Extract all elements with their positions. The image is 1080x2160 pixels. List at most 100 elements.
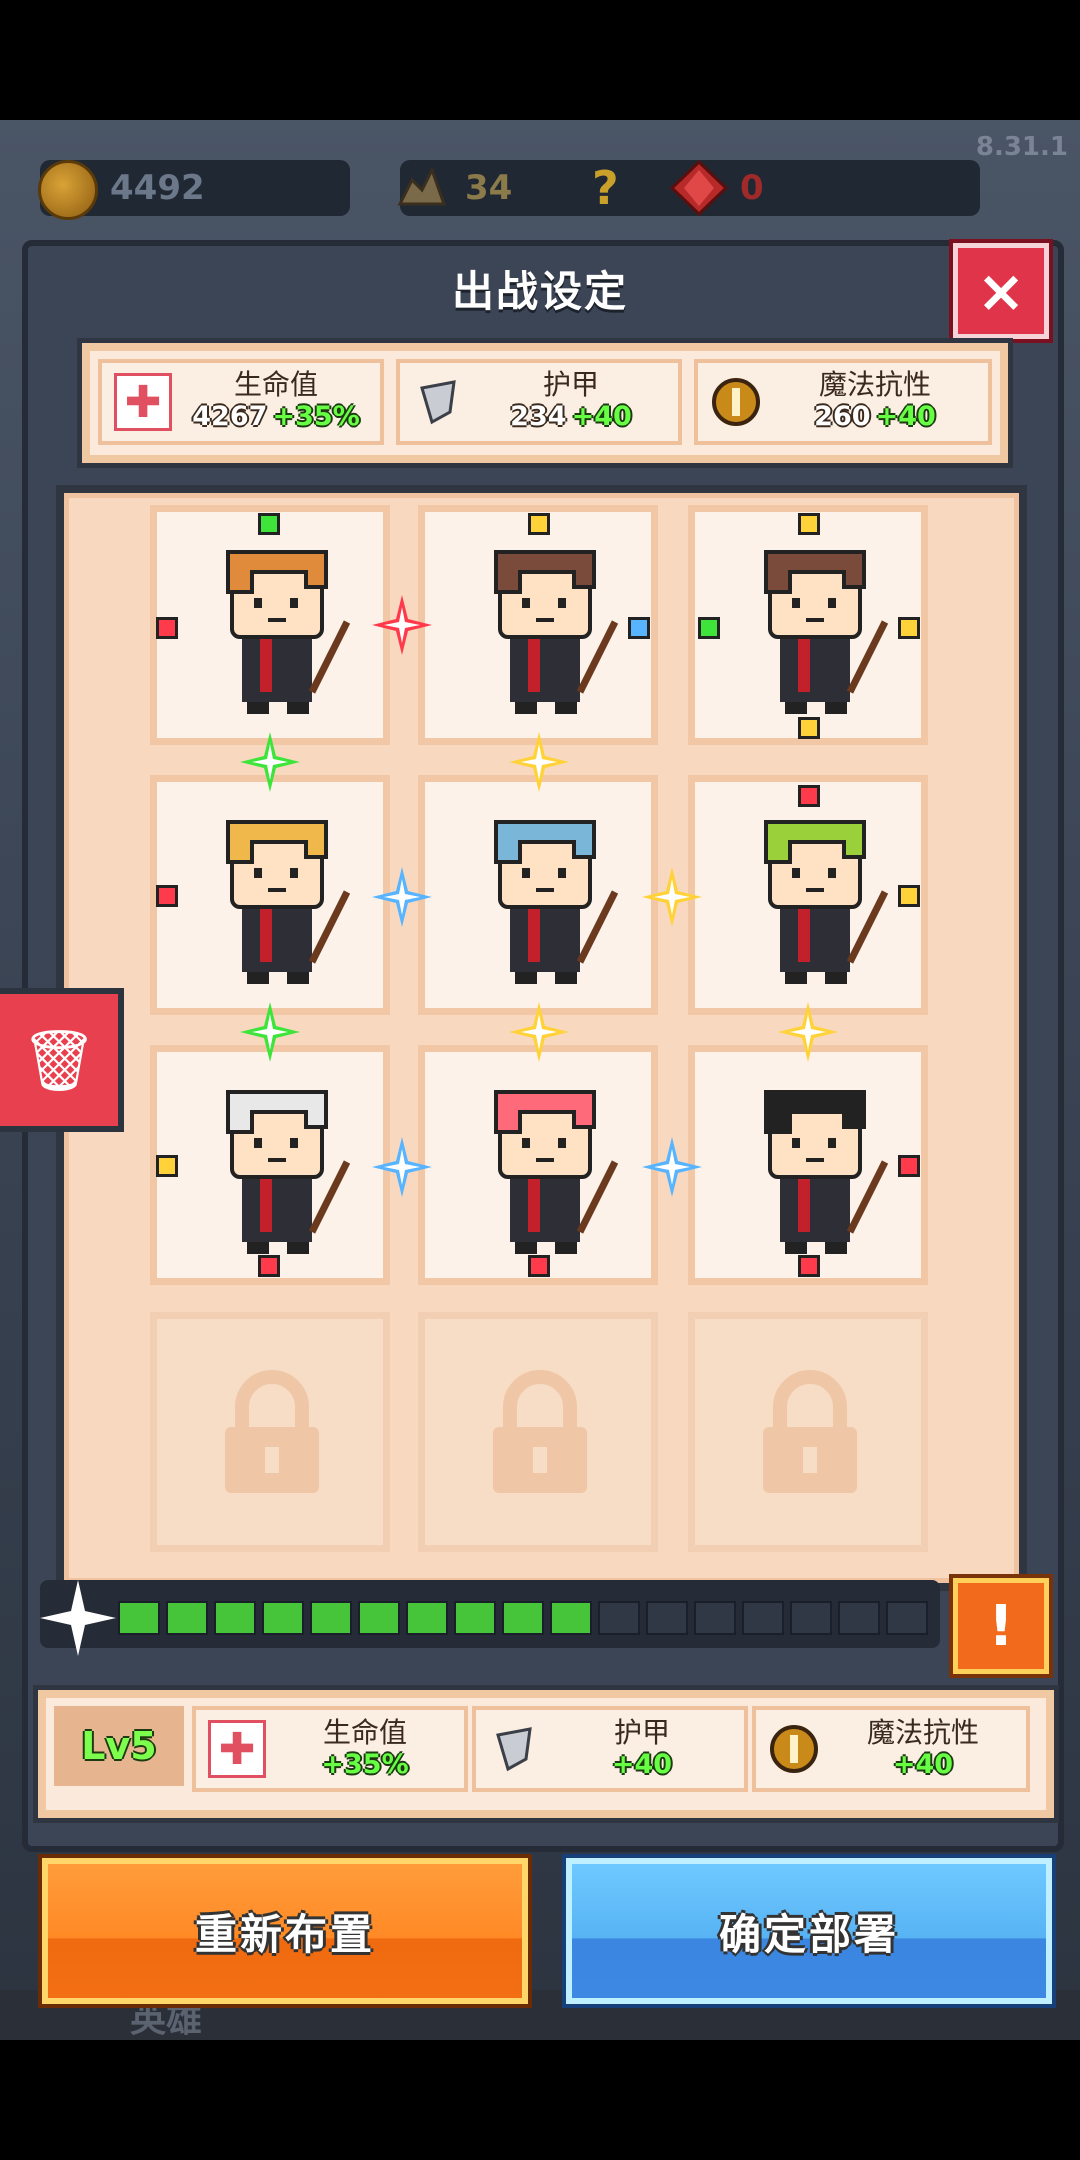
locked-slot[interactable] [688,1312,928,1552]
stat-armor-value: 234 [510,400,567,432]
progress-segment-empty [598,1601,640,1635]
reset-button[interactable]: 重新布置 [42,1858,528,2004]
red-gem-icon [669,159,729,217]
hero-orange-hair-swordsman [226,550,351,714]
help-icon[interactable]: ? [592,160,619,216]
progress-segment-filled [310,1601,352,1635]
blue-link-spark [372,1137,432,1197]
green-link-spark [240,732,300,792]
level-stat-magic-resist-name: 魔法抗性 [866,1716,979,1749]
stat-magic-resist-name: 魔法抗性 [818,367,931,401]
alert-button[interactable]: ! [953,1578,1049,1674]
level-stat-health: ✚ 生命值 +35% [192,1706,468,1792]
link-node [156,885,178,907]
progress-segment-empty [790,1601,832,1635]
stat-health-name: 生命值 [233,367,318,401]
close-button[interactable]: × [953,243,1049,339]
level-badge: Lv5 [54,1706,184,1786]
stat-magic-resist-bonus: +40 [875,400,936,432]
stat-magic-resist-value: 260 [814,400,871,432]
link-node [628,617,650,639]
hero-slot[interactable] [418,505,658,745]
lock-icon [763,1370,857,1493]
team-stats-box: ✚ 生命值 4267 +35% 护甲 234 +40 魔法抗性 260 +40 [82,343,1008,463]
hero-green-hair-druid [764,820,889,984]
level-stat-health-name: 生命值 [322,1716,407,1749]
progress-segment-filled [214,1601,256,1635]
relic-amount: 34 [465,168,513,208]
hero-slot[interactable] [418,1045,658,1285]
hero-slot[interactable] [150,1045,390,1285]
armor-shield-icon [488,1723,540,1775]
hero-blonde-archer [226,820,351,984]
link-node [528,1255,550,1277]
level-stat-armor-bonus: +40 [611,1749,673,1780]
progress-segment-filled [502,1601,544,1635]
locked-slot[interactable] [418,1312,658,1552]
close-icon: × [976,257,1026,325]
link-node [528,513,550,535]
gold-coin-icon [38,160,98,220]
progress-segment-empty [694,1601,736,1635]
link-node [258,1255,280,1277]
level-label: Lv5 [81,1724,157,1768]
locked-slot[interactable] [150,1312,390,1552]
progress-segment-empty [838,1601,880,1635]
progress-segment-empty [646,1601,688,1635]
green-link-spark [240,1002,300,1062]
hero-slot[interactable] [688,1045,928,1285]
stat-health-value: 4267 [192,400,268,432]
link-node [898,617,920,639]
hero-brown-hair-glasses-mage [494,550,619,714]
remove-hero-button[interactable]: 🗑 [0,988,124,1132]
stat-magic-resist: 魔法抗性 260 +40 [694,359,992,445]
hero-slot[interactable] [150,775,390,1015]
progress-segment-filled [166,1601,208,1635]
relic-icon [397,166,447,206]
health-cross-icon: ✚ [114,373,172,431]
hero-slot[interactable] [688,505,928,745]
red-link-spark [372,595,432,655]
dialog-title: 出战设定 [451,267,628,316]
hero-pink-hair-shaman [494,1090,619,1254]
stat-armor-name: 护甲 [542,367,599,401]
hero-slot[interactable] [688,775,928,1015]
hero-white-hair-elder-mage [226,1090,351,1254]
yellow-link-spark [509,1002,569,1062]
level-stat-magic-resist-bonus: +40 [892,1749,954,1780]
hero-slot[interactable] [150,505,390,745]
progress-segment-empty [742,1601,784,1635]
hero-black-hair-fire-mage [764,1090,889,1254]
gold-amount: 4492 [110,168,205,208]
link-node [898,1155,920,1177]
hero-ponytail-staff-mage [764,550,889,714]
blue-link-spark [642,1137,702,1197]
level-stat-armor: 护甲 +40 [472,1706,748,1792]
blue-link-spark [372,867,432,927]
hero-slot[interactable] [418,775,658,1015]
yellow-link-spark [509,732,569,792]
link-node [698,617,720,639]
alert-icon: ! [988,1593,1014,1659]
stat-armor: 护甲 234 +40 [396,359,682,445]
magic-resist-icon [768,1723,820,1775]
progress-segment-filled [454,1601,496,1635]
yellow-link-spark [778,1002,838,1062]
link-node [798,1255,820,1277]
sparkle-icon [40,1580,116,1656]
link-node [156,617,178,639]
link-node [798,785,820,807]
link-node [898,885,920,907]
progress-segment-filled [358,1601,400,1635]
version-label: 8.31.1 [975,132,1068,162]
progress-segment-filled [262,1601,304,1635]
level-stat-armor-name: 护甲 [613,1716,670,1749]
stat-health: ✚ 生命值 4267 +35% [98,359,384,445]
yellow-link-spark [642,867,702,927]
confirm-deploy-button[interactable]: 确定部署 [566,1858,1052,2004]
health-cross-icon: ✚ [208,1720,266,1778]
progress-segment-filled [118,1601,160,1635]
link-node [258,513,280,535]
stat-health-bonus: +35% [272,400,360,432]
armor-shield-icon [412,376,464,428]
